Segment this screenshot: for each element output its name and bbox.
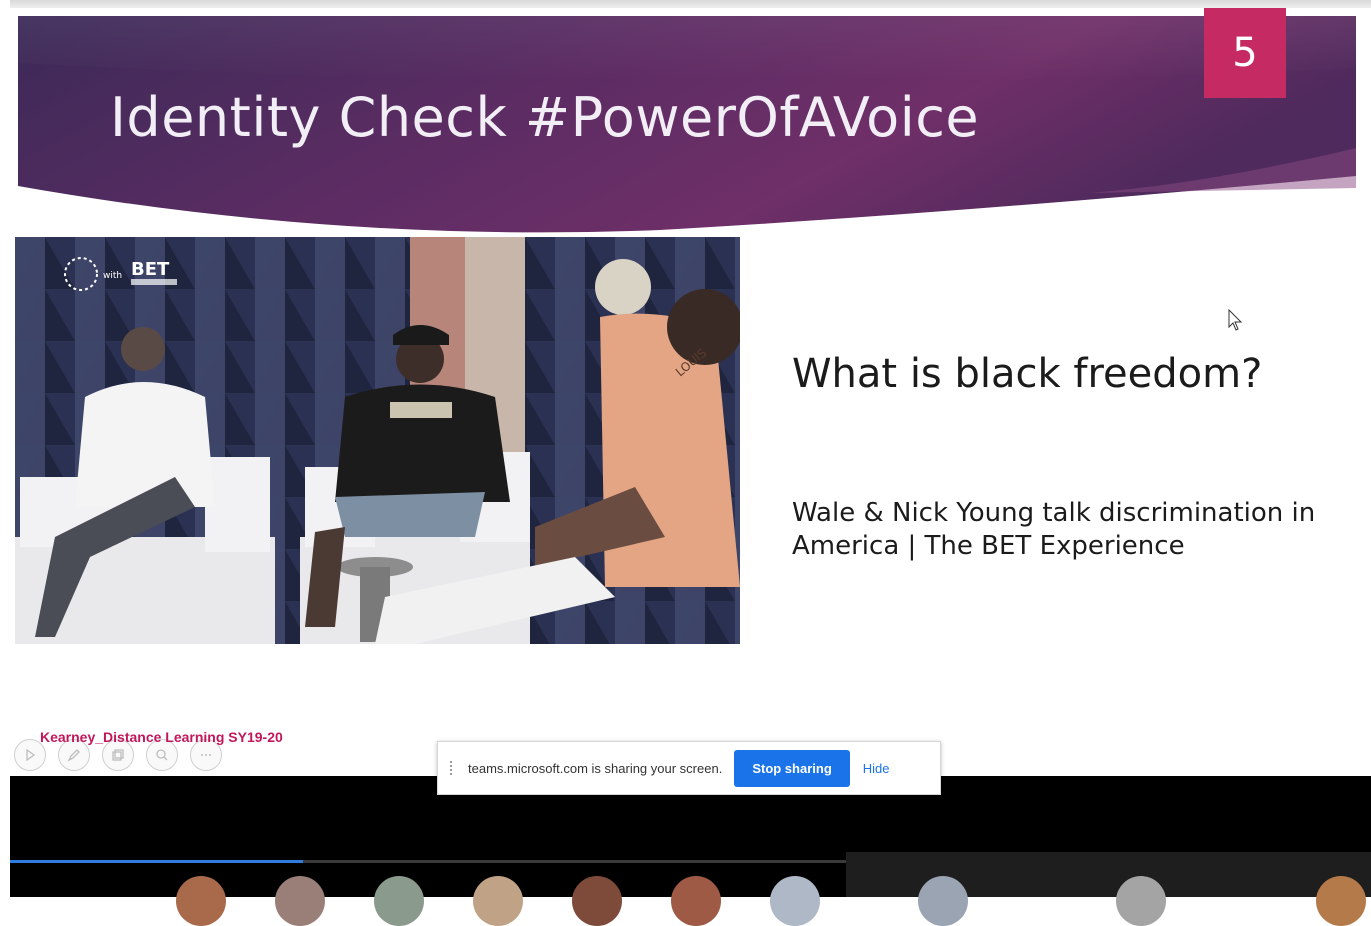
screen-share-bar: teams.microsoft.com is sharing your scre… [437,741,941,795]
pen-icon [67,749,80,762]
progress-fill [10,860,303,863]
participant-avatar[interactable] [671,876,721,926]
participant-avatar[interactable] [918,876,968,926]
more-icon [201,754,211,756]
bet-logo: BET [131,259,170,280]
hide-link[interactable]: Hide [863,761,890,776]
participant-avatar[interactable] [374,876,424,926]
participant-avatar[interactable] [1316,876,1366,926]
participant-avatar[interactable] [176,876,226,926]
participant-avatar[interactable] [572,876,622,926]
participant-avatar[interactable] [770,876,820,926]
zoom-icon [156,749,168,761]
share-message: teams.microsoft.com is sharing your scre… [468,760,723,776]
slide-question: What is black freedom? [792,351,1263,397]
play-icon [26,748,36,762]
logo-with-text: with [103,271,122,281]
video-thumbnail[interactable]: LOUIS with BET [15,237,740,644]
drag-handle-icon[interactable] [450,761,458,775]
slide-title: Identity Check #PowerOfAVoice [110,86,980,149]
slide-footer: Kearney_Distance Learning SY19-20 [40,729,283,745]
slide-number-badge: 5 [1204,8,1286,98]
stop-sharing-button[interactable]: Stop sharing [734,749,850,787]
participant-avatar[interactable] [1116,876,1166,926]
presentation-slide: Identity Check #PowerOfAVoice 5 LOUIS wi… [10,8,1371,778]
copy-icon [112,749,124,761]
mouse-cursor-icon [1228,309,1243,331]
participant-avatar[interactable] [275,876,325,926]
video-caption: Wale & Nick Young talk discrimination in… [792,498,1316,561]
participant-avatar[interactable] [473,876,523,926]
